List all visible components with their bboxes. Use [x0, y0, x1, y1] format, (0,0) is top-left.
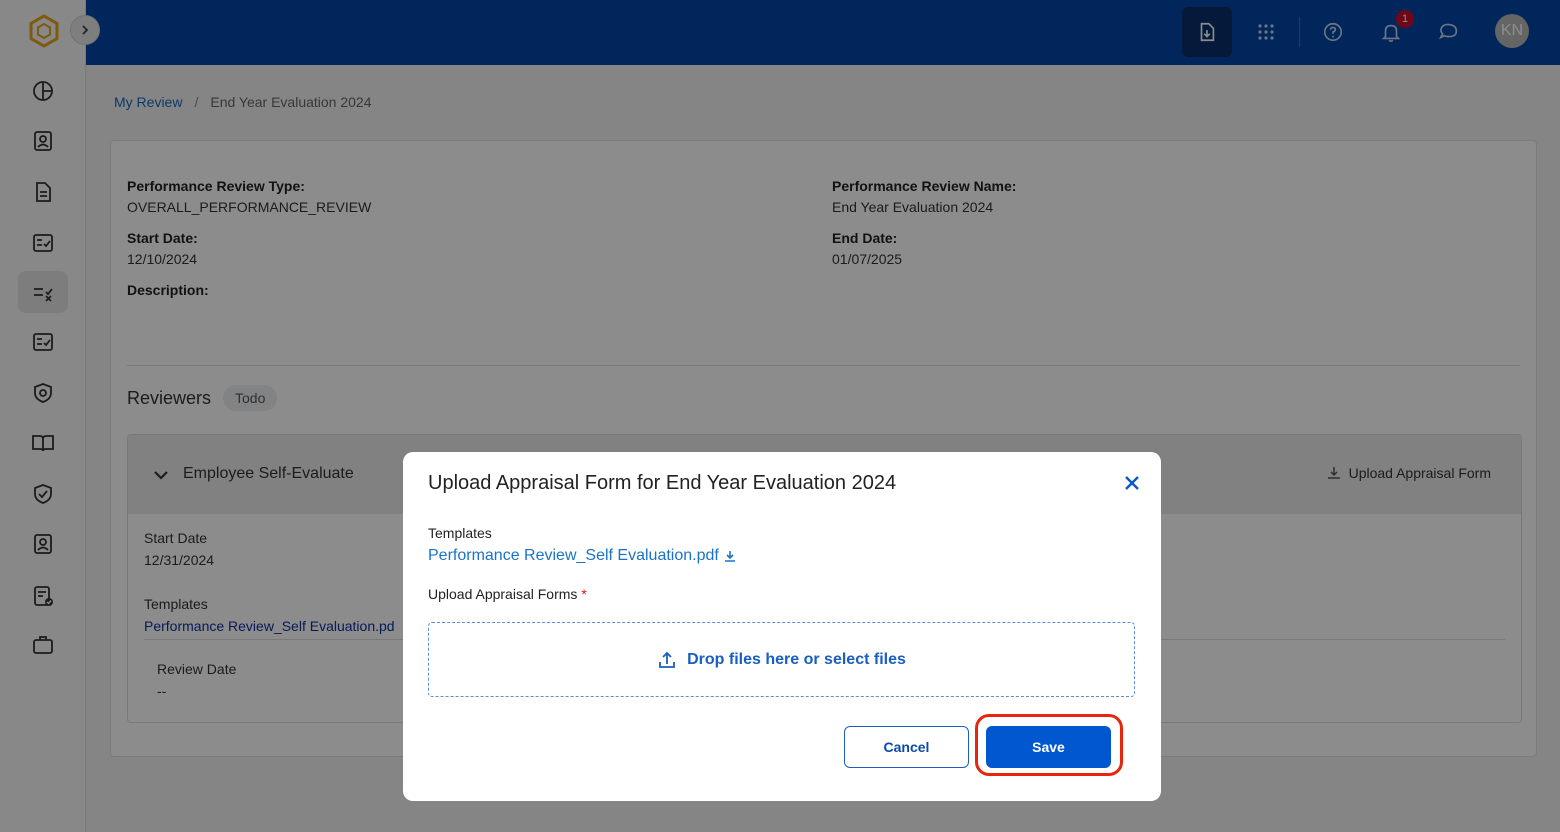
- download-icon: [724, 551, 735, 562]
- file-dropzone[interactable]: Drop files here or select files: [428, 622, 1135, 697]
- save-button[interactable]: Save: [986, 726, 1111, 768]
- modal-templates-label: Templates: [428, 525, 492, 541]
- close-icon: [1125, 476, 1139, 490]
- upload-appraisal-modal: Upload Appraisal Form for End Year Evalu…: [403, 452, 1161, 801]
- upload-forms-label: Upload Appraisal Forms *: [428, 586, 587, 602]
- modal-title: Upload Appraisal Form for End Year Evalu…: [428, 472, 897, 494]
- required-asterisk: *: [581, 586, 587, 602]
- upload-forms-label-text: Upload Appraisal Forms: [428, 586, 578, 602]
- modal-close-button[interactable]: [1121, 472, 1143, 494]
- template-download-link[interactable]: Performance Review_Self Evaluation.pdf: [428, 547, 737, 565]
- template-file-name: Performance Review_Self Evaluation.pdf: [428, 547, 719, 564]
- cancel-button[interactable]: Cancel: [844, 726, 969, 768]
- dropzone-text: Drop files here or select files: [687, 650, 906, 668]
- upload-icon: [659, 651, 676, 668]
